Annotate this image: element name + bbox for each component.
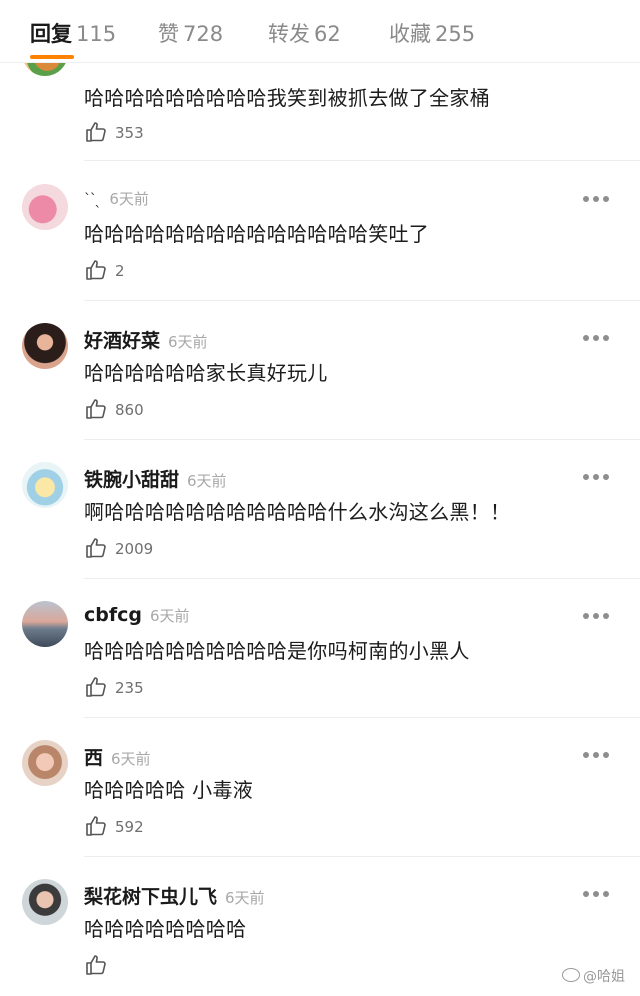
comment-item[interactable]: 梨花树下虫儿飞 6天前 哈哈哈哈哈哈哈哈 [0, 857, 640, 996]
comment-item[interactable]: cbfcg 6天前 哈哈哈哈哈哈哈哈哈哈是你吗柯南的小黑人 235 [0, 579, 640, 718]
user-name[interactable]: 铁腕小甜甜 6天前 [84, 465, 227, 492]
user-name[interactable]: ˋ՝ˎ 6天前 [84, 187, 149, 209]
active-tab-indicator [30, 55, 74, 59]
tab-reposts[interactable]: 转发 62 [268, 18, 341, 48]
comment-text: 哈哈哈哈哈哈家长真好玩儿 [84, 361, 328, 385]
weibo-logo-icon [562, 968, 580, 982]
comment-text: 哈哈哈哈哈 小毒液 [84, 778, 254, 802]
more-options-button[interactable] [583, 752, 611, 760]
comment-item[interactable]: ˋ՝ˎ 6天前 哈哈哈哈哈哈哈哈哈哈哈哈哈哈笑吐了 2 [0, 162, 640, 301]
avatar[interactable] [22, 462, 68, 508]
comment-item[interactable]: 铁腕小甜甜 6天前 啊哈哈哈哈哈哈哈哈哈哈哈什么水沟这么黑！！ 2009 [0, 440, 640, 579]
comment-text: 哈哈哈哈哈哈哈哈 [84, 917, 247, 941]
user-name-scribble: ˋ՝ˎ [84, 192, 102, 208]
thumbs-up-icon [86, 399, 106, 419]
user-name[interactable]: 梨花树下虫儿飞 6天前 [84, 882, 265, 909]
comment-tabs: 回复 115 赞 728 转发 62 收藏 255 [0, 0, 640, 63]
user-name[interactable]: 好酒好菜 6天前 [84, 326, 208, 353]
comment-time: 6天前 [111, 750, 151, 768]
thumbs-up-icon [86, 260, 106, 280]
tab-likes[interactable]: 赞 728 [158, 18, 223, 48]
avatar[interactable] [22, 601, 68, 647]
like-count: 2009 [115, 540, 154, 558]
avatar[interactable] [22, 184, 68, 230]
more-options-button[interactable] [583, 891, 611, 899]
like-count: 592 [115, 818, 144, 836]
comment-time: 6天前 [168, 333, 208, 351]
avatar[interactable] [22, 740, 68, 786]
avatar[interactable] [22, 879, 68, 925]
tab-favorites[interactable]: 收藏 255 [389, 18, 475, 48]
thumbs-up-icon [86, 122, 106, 142]
comment-time: 6天前 [225, 889, 265, 907]
comment-time: 6天前 [150, 607, 190, 625]
like-count: 353 [115, 124, 144, 142]
comment-text: 哈哈哈哈哈哈哈哈哈哈哈哈哈哈笑吐了 [84, 222, 430, 246]
thumbs-up-icon [86, 955, 106, 975]
more-options-button[interactable] [583, 613, 611, 621]
comment-item[interactable]: 好酒好菜 6天前 哈哈哈哈哈哈家长真好玩儿 860 [0, 301, 640, 440]
more-options-button[interactable] [583, 335, 611, 343]
comment-item[interactable]: 西 6天前 哈哈哈哈哈 小毒液 592 [0, 718, 640, 857]
user-name[interactable]: 西 6天前 [84, 743, 151, 770]
tab-replies[interactable]: 回复 115 [30, 18, 116, 48]
watermark: @哈姐 [562, 966, 625, 986]
avatar[interactable] [22, 323, 68, 369]
comment-time: 6天前 [109, 190, 149, 208]
thumbs-up-icon [86, 816, 106, 836]
thumbs-up-icon [86, 538, 106, 558]
user-name[interactable]: cbfcg 6天前 [84, 604, 190, 626]
comment-text: 哈哈哈哈哈哈哈哈哈我笑到被抓去做了全家桶 [84, 86, 490, 110]
comment-time: 6天前 [187, 472, 227, 490]
divider [84, 160, 640, 161]
like-count: 235 [115, 679, 144, 697]
thumbs-up-icon [86, 677, 106, 697]
more-options-button[interactable] [583, 474, 611, 482]
comment-text: 哈哈哈哈哈哈哈哈哈哈是你吗柯南的小黑人 [84, 639, 470, 663]
comment-list: 哈哈哈哈哈哈哈哈哈我笑到被抓去做了全家桶 353 ˋ՝ˎ 6天前 哈哈哈哈哈哈哈哈… [0, 0, 640, 992]
like-count: 860 [115, 401, 144, 419]
like-count: 2 [115, 262, 125, 280]
comment-text: 啊哈哈哈哈哈哈哈哈哈哈哈什么水沟这么黑！！ [84, 500, 511, 524]
more-options-button[interactable] [583, 196, 611, 204]
